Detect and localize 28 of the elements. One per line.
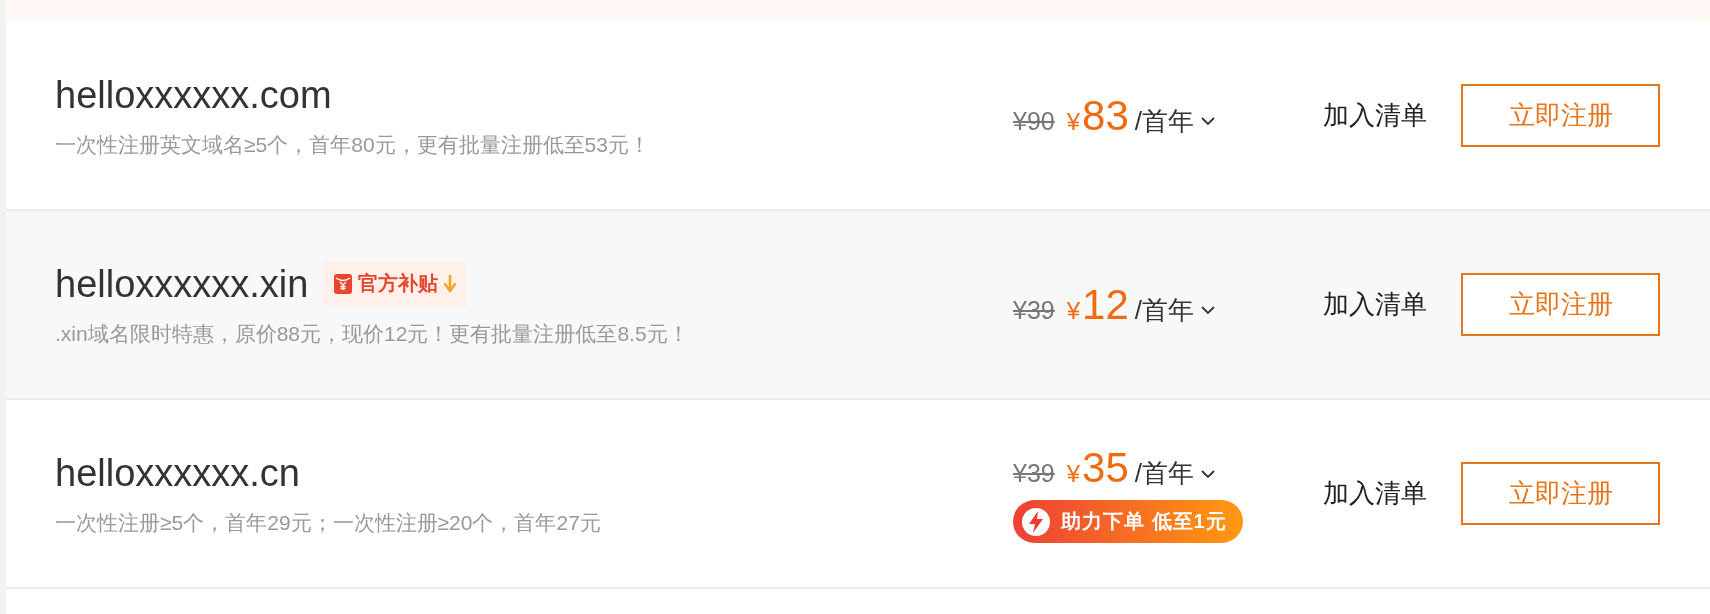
add-to-list-link[interactable]: 加入清单: [1323, 98, 1427, 133]
down-arrow-icon: [444, 274, 457, 293]
lightning-icon: [1021, 506, 1051, 537]
period-dropdown[interactable]: /首年: [1134, 292, 1217, 328]
original-price: ¥90: [1013, 106, 1055, 136]
domain-name: helloxxxxxx.cn: [55, 450, 300, 495]
add-to-list-link[interactable]: 加入清单: [1323, 287, 1427, 322]
envelope-icon: [334, 273, 353, 294]
original-price: ¥39: [1013, 459, 1055, 488]
add-to-list-link[interactable]: 加入清单: [1323, 476, 1427, 511]
period-dropdown[interactable]: /首年: [1134, 103, 1217, 139]
domain-name: helloxxxxxx.com: [55, 72, 332, 117]
original-price: ¥39: [1013, 295, 1055, 325]
currency-symbol: ¥: [1066, 460, 1081, 488]
price: 35: [1082, 444, 1129, 492]
domain-description: 一次性注册英文域名≥5个，首年80元，更有批量注册低至53元！: [55, 131, 651, 158]
domain-description: .xin域名限时特惠，原价88元，现价12元！更有批量注册低至8.5元！: [55, 321, 690, 347]
period-dropdown[interactable]: /首年: [1134, 456, 1217, 491]
subsidy-tag: 官方补贴: [324, 261, 467, 306]
price: 12: [1082, 280, 1129, 329]
chevron-down-icon: [1200, 305, 1217, 315]
currency-symbol: ¥: [1066, 107, 1081, 136]
chevron-down-icon: [1200, 116, 1217, 126]
domain-description: 一次性注册≥5个，首年29元；一次性注册≥20个，首年27元: [55, 509, 602, 536]
currency-symbol: ¥: [1066, 296, 1081, 325]
chevron-down-icon: [1200, 468, 1217, 479]
domain-name: helloxxxxxx.xin: [55, 261, 309, 306]
price: 83: [1082, 91, 1129, 140]
